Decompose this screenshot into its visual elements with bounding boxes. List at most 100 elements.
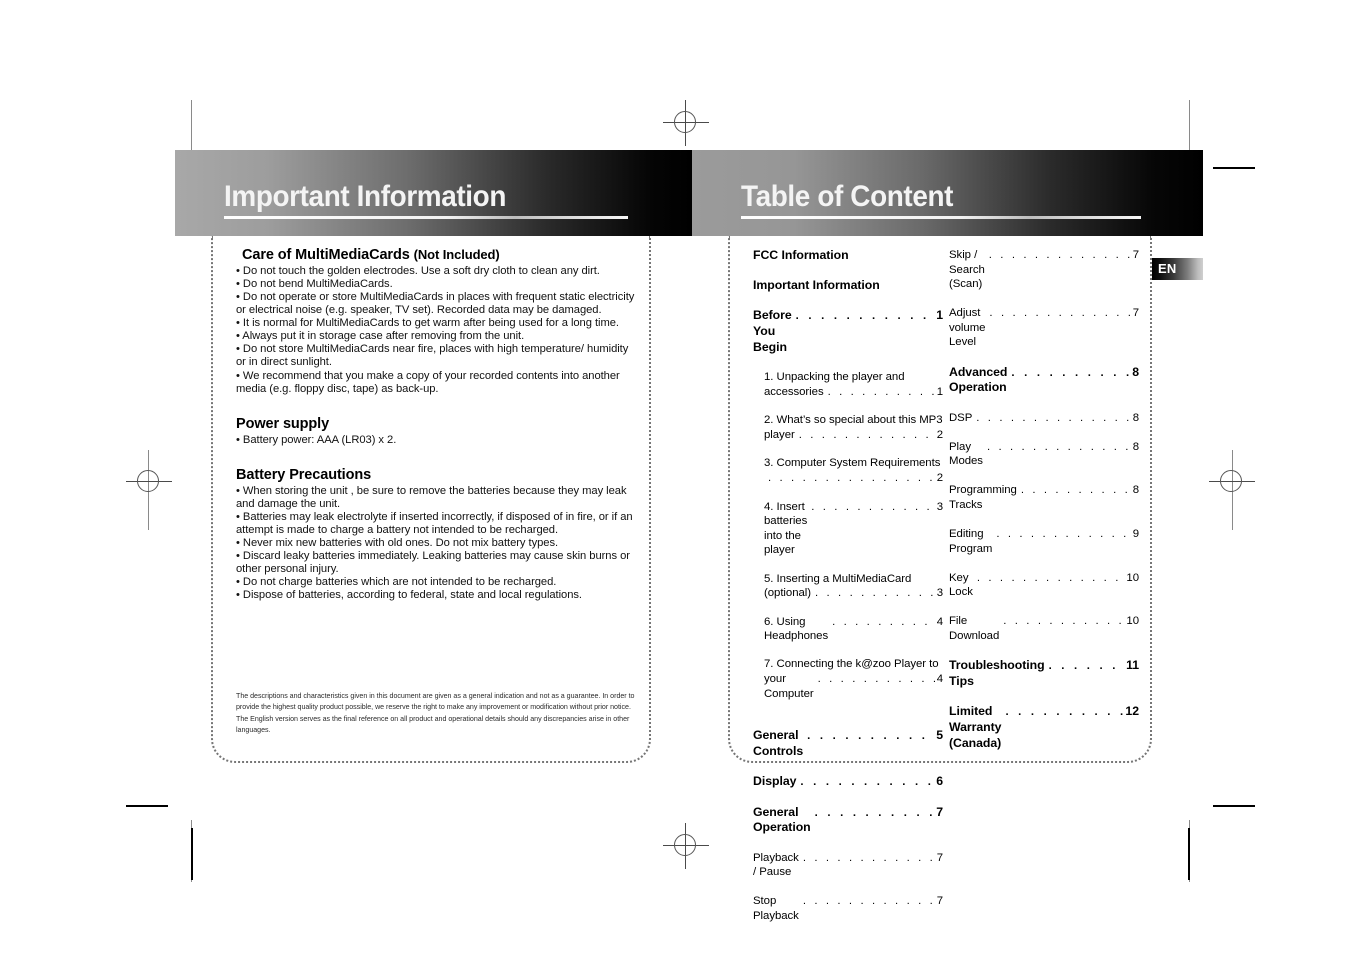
toc-entry[interactable]: Troubleshooting Tips. . . . . . . . . . …	[949, 658, 1139, 689]
page-title-table-of-content: Table of Content	[741, 180, 954, 213]
bullet-item: • Dispose of batteries, according to fed…	[236, 589, 582, 602]
toc-entry[interactable]: 1. Unpacking the player and accessories. …	[753, 370, 943, 400]
toc-leader-dots: . . . . . . . . . . . . . . . . . . . . …	[1005, 706, 1124, 719]
toc-entry-label: General Controls	[753, 728, 804, 759]
toc-entry-tail: your Computer. . . . . . . . . . . . . .…	[764, 672, 943, 702]
toc-entry-label-cont: player	[764, 429, 795, 442]
registration-mark-left	[126, 459, 172, 505]
toc-page-number: 1	[936, 386, 943, 398]
toc-page-number: 3	[936, 587, 943, 600]
toc-entry[interactable]: DSP. . . . . . . . . . . . . . . . . . .…	[949, 411, 1139, 426]
toc-entry[interactable]: Editing Program. . . . . . . . . . . . .…	[949, 527, 1139, 556]
bullet-item: • Battery power: AAA (LR03) x 2.	[236, 433, 397, 446]
toc-column-left[interactable]: FCC Information Important Information Befo…	[753, 248, 943, 938]
bullet-item: • Discard leaky batteries immediately. L…	[236, 550, 630, 576]
toc-entry[interactable]: Adjust volume Level. . . . . . . . . . .…	[949, 306, 1139, 350]
toc-entry[interactable]: Important Information	[753, 278, 943, 294]
bullet-item: • Do not store MultiMediaCards near fire…	[236, 343, 629, 369]
toc-leader-dots: . . . . . . . . . . . . . . . . . . . . …	[989, 307, 1131, 320]
toc-entry-label: Editing Program	[949, 528, 993, 555]
toc-entry-label: Playback / Pause	[753, 851, 799, 879]
toc-leader-dots: . . . . . . . . . . . . . . . . . . . . …	[802, 851, 936, 864]
toc-page-number: 8	[1132, 411, 1139, 424]
toc-entry[interactable]: Limited Warranty (Canada). . . . . . . .…	[949, 704, 1139, 751]
bullet-item: • Do not charge batteries which are not …	[236, 576, 557, 589]
toc-page-number: 9	[1132, 528, 1139, 540]
toc-entry-label: General Operation	[753, 804, 811, 835]
toc-entry-tail: player. . . . . . . . . . . . . . . . . …	[764, 428, 943, 443]
toc-page-number: 8	[1132, 484, 1139, 497]
toc-page-number: 7	[1132, 307, 1139, 320]
toc-entry[interactable]: 6. Using Headphones. . . . . . . . . . .…	[753, 615, 943, 644]
page-title-important-information: Important Information	[224, 180, 507, 213]
toc-entry[interactable]: 7. Connecting the k@zoo Player to your Co…	[753, 657, 943, 701]
bullet-item: • Batteries may leak electrolyte if inse…	[236, 510, 633, 537]
toc-entry-label-cont: (optional)	[764, 587, 811, 600]
toc-entry[interactable]: FCC Information	[753, 248, 943, 264]
toc-entry[interactable]: Skip / Search (Scan). . . . . . . . . . …	[949, 248, 1139, 292]
section-heading-battery-precautions: Battery Precautions	[236, 466, 636, 484]
toc-leader-dots: . . . . . . . . . . . . . . . . . . . . …	[795, 310, 936, 323]
page-spread: Important Information Care of MultiMedia…	[175, 150, 1203, 922]
toc-entry-label: Adjust volume Level	[949, 307, 986, 349]
toc-leader-dots: . . . . . . . . . . . . . . . . . . . . …	[811, 500, 935, 513]
toc-leader-dots: . . . . . . . . . . . . . . . . . . . . …	[1020, 484, 1132, 497]
toc-page-number: 10	[1126, 615, 1139, 628]
toc-entry[interactable]: Key Lock. . . . . . . . . . . . . . . . …	[949, 571, 1139, 600]
toc-page-number: 3	[936, 500, 943, 513]
toc-entry[interactable]: Playback / Pause. . . . . . . . . . . . …	[753, 851, 943, 880]
section-heading-suffix: (Not Included)	[413, 247, 500, 262]
toc-entry[interactable]: 2. What’s so special about this MP3 playe…	[753, 413, 943, 443]
toc-entry[interactable]: Stop Playback. . . . . . . . . . . . . .…	[753, 894, 943, 923]
toc-entry[interactable]: File Download. . . . . . . . . . . . . .…	[949, 614, 1139, 643]
toc-entry-label: 2. What’s so special about this MP3	[764, 414, 943, 427]
toc-entry[interactable]: Play Modes. . . . . . . . . . . . . . . …	[949, 440, 1139, 469]
toc-entry-label: 4. Insert batteries into the player	[764, 500, 808, 557]
toc-leader-dots: . . . . . . . . . . . . . . . . . . . . …	[988, 249, 1132, 261]
bullet-item: • Do not touch the golden electrodes. Us…	[236, 265, 600, 278]
toc-entry[interactable]: Advanced Operation. . . . . . . . . . . …	[949, 365, 1139, 396]
toc-entry-label: 5. Inserting a MultiMediaCard	[764, 572, 912, 585]
toc-leader-dots: . . . . . . . . . . . . . . . . . . . . …	[986, 440, 1132, 453]
toc-entry-label: Key Lock	[949, 571, 973, 599]
bullet-item: • It is normal for MultiMediaCards to ge…	[236, 317, 619, 330]
crop-mark-bottom-right-horizontal	[1213, 805, 1255, 807]
toc-page-number: 7	[936, 804, 943, 819]
toc-page-number: 10	[1126, 571, 1139, 584]
toc-entry[interactable]: 3. Computer System Requirements . . . . .…	[753, 456, 943, 486]
toc-entry[interactable]: Display. . . . . . . . . . . . . . . . .…	[753, 774, 943, 790]
toc-leader-dots: . . . . . . . . . . . . . . . . . . . . …	[798, 429, 936, 442]
toc-entry-label: Limited Warranty (Canada)	[949, 704, 1002, 750]
toc-column-right[interactable]: Skip / Search (Scan). . . . . . . . . . …	[949, 248, 1139, 766]
toc-entry[interactable]: Programming Tracks. . . . . . . . . . . …	[949, 483, 1139, 512]
important-information-body: Care of MultiMediaCards (Not Included) •…	[236, 246, 636, 602]
toc-entry-label: File Download	[949, 615, 1000, 642]
toc-entry-label: 1. Unpacking the player and	[764, 371, 905, 384]
toc-leader-dots: . . . . . . . . . . . . . . . . . . . . …	[815, 587, 936, 600]
toc-leader-dots: . . . . . . . . . . . . . . . . . . . . …	[800, 776, 935, 789]
right-page-content-panel: FCC Information Important Information Befo…	[728, 236, 1152, 922]
toc-entry-label: DSP	[949, 411, 973, 424]
crop-mark-bottom-left-vertical	[191, 828, 193, 880]
toc-entry-label: Play Modes	[949, 440, 983, 468]
toc-page-number: 2	[936, 429, 943, 442]
toc-page-number: 4	[936, 615, 943, 628]
toc-page-number: 6	[936, 774, 943, 789]
language-tab-en: EN	[1152, 258, 1203, 280]
toc-entry[interactable]: 5. Inserting a MultiMediaCard (optional).…	[753, 572, 943, 602]
toc-entry[interactable]: 4. Insert batteries into the player. . .…	[753, 500, 943, 558]
toc-page-number: 12	[1125, 704, 1139, 719]
toc-entry[interactable]: Before You Begin. . . . . . . . . . . . …	[753, 308, 943, 355]
toc-leader-dots: . . . . . . . . . . . . . . . . . . . . …	[1011, 366, 1131, 379]
crop-mark-top-right-horizontal	[1213, 167, 1255, 169]
header-underline-right	[741, 216, 1141, 219]
toc-page-number: 7	[936, 851, 943, 864]
toc-entry[interactable]: General Controls. . . . . . . . . . . . …	[753, 728, 943, 759]
toc-page-number: 5	[936, 728, 943, 743]
bullet-item: • Always put it in storage case after re…	[236, 330, 525, 343]
header-underline-left	[224, 216, 628, 219]
toc-entry[interactable]: General Operation. . . . . . . . . . . .…	[753, 805, 943, 836]
bullet-item: • Do not operate or store MultiMediaCard…	[236, 291, 635, 317]
